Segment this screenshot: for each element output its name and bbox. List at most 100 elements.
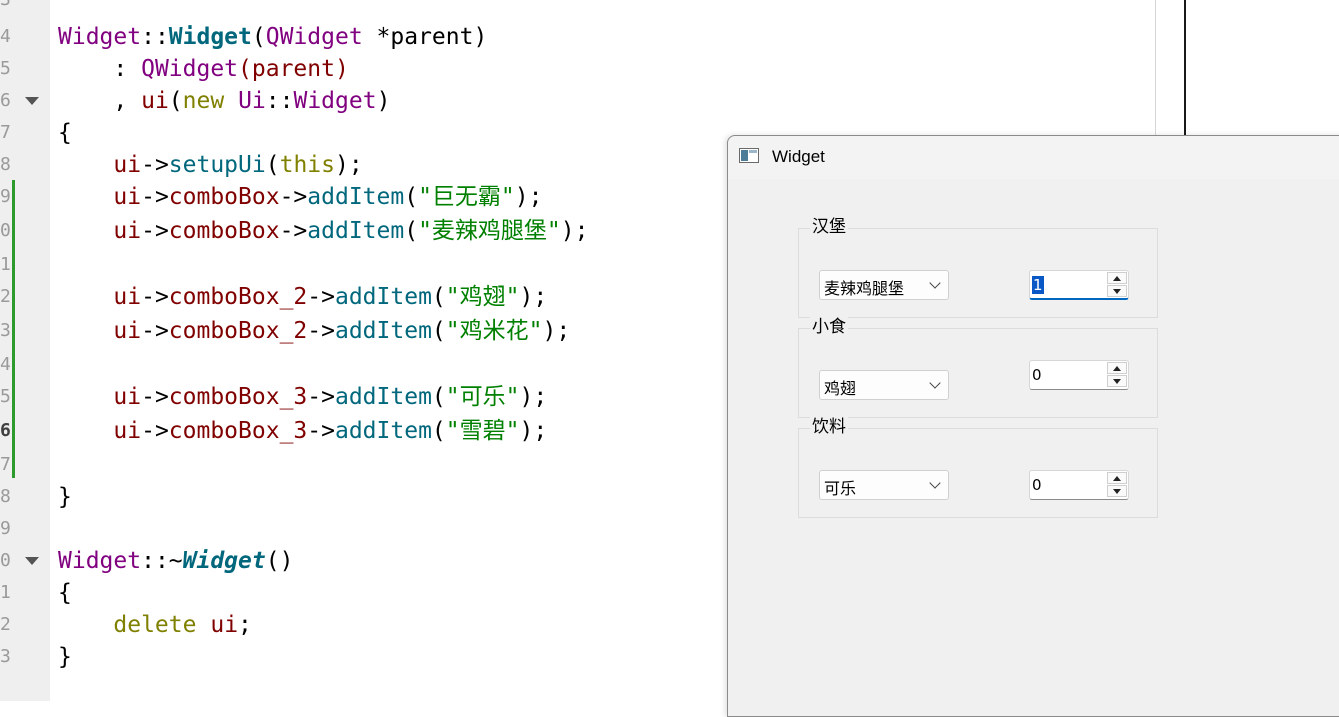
spin-box-snacks[interactable]: 0: [1029, 360, 1129, 390]
code-token-function: addItem: [334, 284, 432, 310]
code-token: ->: [141, 218, 169, 244]
code-token: );: [334, 152, 363, 178]
code-line: }: [58, 484, 72, 510]
code-line: ui->comboBox_3->addItem("雪碧");: [58, 414, 547, 448]
spin-down-arrow-icon[interactable]: [1107, 485, 1127, 497]
spin-buttons: [1107, 272, 1127, 298]
widget-window[interactable]: Widget 汉堡 麦辣鸡腿堡 1 小食 鸡翅 0 饮料 可乐 0: [727, 135, 1339, 717]
code-token-class: QWidget: [265, 24, 363, 50]
spin-up-arrow-icon[interactable]: [1107, 272, 1127, 284]
code-token-member: ui: [113, 284, 142, 310]
spin-box-value: 1: [1032, 276, 1044, 294]
line-number: 4: [0, 26, 11, 47]
code-token-member: comboBox_3: [168, 384, 308, 410]
line-number: 9: [0, 186, 11, 207]
line-number: 4: [0, 354, 11, 375]
fold-arrow-icon[interactable]: [25, 97, 39, 105]
spin-down-arrow-icon[interactable]: [1107, 375, 1127, 387]
code-line: Widget::~Widget(): [58, 544, 293, 578]
chevron-down-icon: [929, 477, 941, 489]
spin-buttons: [1107, 362, 1127, 388]
code-line: {: [58, 580, 72, 606]
combo-box-drinks[interactable]: 可乐: [819, 470, 949, 500]
code-token: );: [519, 284, 548, 310]
code-token-class: Widget: [293, 88, 377, 114]
chevron-down-icon: [929, 377, 941, 389]
spin-box-burger[interactable]: 1: [1029, 270, 1129, 300]
code-line: {: [58, 120, 72, 146]
spin-up-arrow-icon[interactable]: [1107, 362, 1127, 374]
code-token: ->: [141, 184, 169, 210]
code-token-keyword: new: [182, 88, 225, 114]
code-token-member: ui: [210, 612, 239, 638]
code-token: (: [404, 218, 419, 244]
code-token: (: [168, 88, 183, 114]
spin-buttons: [1107, 472, 1127, 498]
pane-splitter[interactable]: [1184, 0, 1186, 135]
code-token-member: ui: [113, 318, 142, 344]
code-token: ->: [307, 418, 335, 444]
spin-box-drinks[interactable]: 0: [1029, 470, 1129, 500]
line-number: 2: [0, 286, 11, 307]
code-line: ui->comboBox_3->addItem("可乐");: [58, 380, 547, 414]
combo-box-burger[interactable]: 麦辣鸡腿堡: [819, 270, 949, 300]
code-token: ->: [141, 318, 169, 344]
code-token: (: [265, 152, 280, 178]
code-token: ->: [141, 384, 169, 410]
code-token-keyword: this: [279, 152, 335, 178]
line-number: 9: [0, 518, 11, 539]
spin-down-arrow-icon[interactable]: [1107, 285, 1127, 297]
code-line: delete ui;: [58, 608, 252, 642]
code-token-string: "鸡翅": [445, 284, 520, 310]
combo-box-snacks[interactable]: 鸡翅: [819, 370, 949, 400]
code-token: );: [560, 218, 589, 244]
code-token-function: addItem: [307, 218, 405, 244]
line-number: 0: [0, 550, 11, 571]
combo-box-value: 鸡翅: [824, 379, 857, 398]
code-token-function: Widget: [182, 548, 266, 574]
code-line: Widget::Widget(QWidget *parent): [58, 20, 487, 54]
line-number: 5: [0, 386, 11, 407]
code-token-function: Widget: [168, 24, 252, 50]
spin-up-arrow-icon[interactable]: [1107, 472, 1127, 484]
code-token: (parent): [238, 56, 349, 82]
code-token-member: ui: [113, 384, 142, 410]
groupbox-burger: 汉堡 麦辣鸡腿堡 1: [798, 217, 1158, 318]
line-number-current: 6: [0, 420, 11, 441]
code-token: ::: [265, 88, 294, 114]
line-number: 3: [0, 0, 11, 17]
code-line: ui->comboBox_2->addItem("鸡米花");: [58, 314, 570, 348]
code-token: (: [431, 284, 446, 310]
chevron-down-icon: [929, 277, 941, 289]
line-number: 3: [0, 320, 11, 341]
code-token: :: [58, 56, 142, 82]
groupbox-title: 小食: [810, 317, 848, 337]
fold-arrow-icon[interactable]: [25, 557, 39, 565]
window-titlebar[interactable]: Widget: [728, 136, 1339, 179]
line-number: 8: [0, 154, 11, 175]
change-marker: [12, 180, 15, 478]
line-number-gutter: 3 4 5 6 7 8 9 0 1 2 3 4 5 6 7 8 9 0 1 2 …: [0, 0, 50, 701]
code-line: ui->comboBox_2->addItem("鸡翅");: [58, 280, 547, 314]
line-number: 1: [0, 582, 11, 603]
code-token: ->: [141, 152, 169, 178]
code-token-member: comboBox: [168, 218, 280, 244]
code-token: (): [265, 548, 294, 574]
line-number: 8: [0, 486, 11, 507]
code-token-class: Widget: [58, 548, 142, 574]
code-token-function: addItem: [334, 418, 432, 444]
code-token: (: [431, 318, 446, 344]
code-line: ui->setupUi(this);: [58, 148, 363, 182]
app-window-icon: [739, 148, 759, 163]
code-token-member: comboBox_2: [168, 284, 308, 310]
code-token: );: [519, 418, 548, 444]
code-token: ->: [279, 218, 308, 244]
code-token: (: [404, 184, 419, 210]
combo-box-value: 可乐: [824, 479, 857, 498]
code-token-string: "可乐": [445, 384, 520, 410]
